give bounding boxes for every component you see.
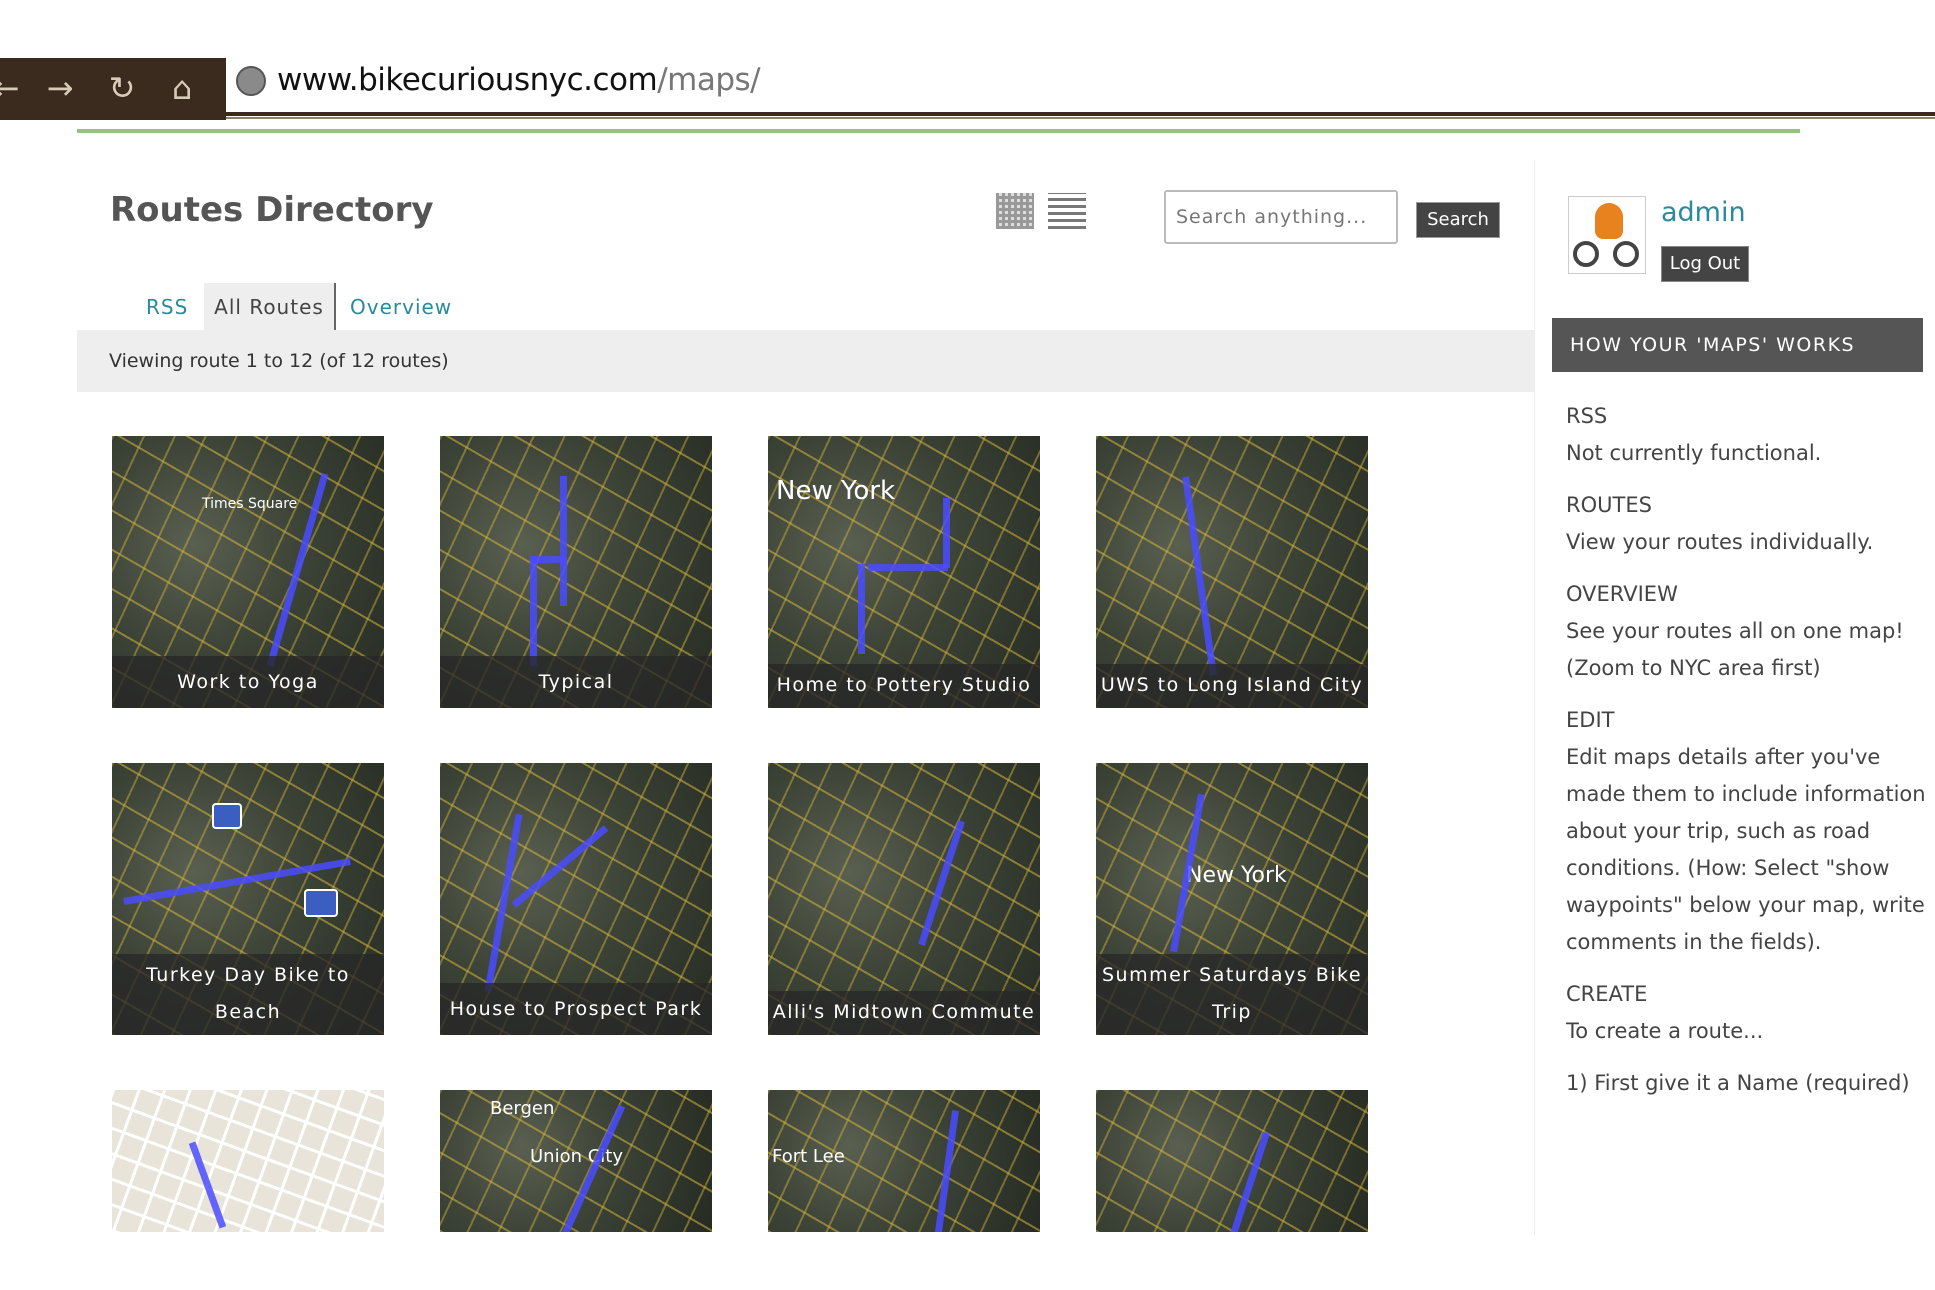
map-place-label: Union City <box>530 1146 624 1167</box>
forward-icon[interactable]: → <box>40 68 80 108</box>
grid-view-icon[interactable] <box>996 193 1034 229</box>
route-tile[interactable]: Fort Lee <box>768 1090 1040 1232</box>
map-place-label: New York <box>1186 863 1287 888</box>
route-title: House to Prospect Park <box>440 983 712 1035</box>
help-section-create: CREATE To create a route... <box>1566 976 1926 1050</box>
toolbar-divider-light <box>226 117 1935 119</box>
url-text[interactable]: www.bikecuriousnyc.com/maps/ <box>277 62 761 98</box>
route-tile[interactable]: New York Summer Saturdays Bike Trip <box>1096 763 1368 1035</box>
route-tile[interactable]: Turkey Day Bike to Beach <box>112 763 384 1035</box>
help-panel: RSS Not currently functional. ROUTES Vie… <box>1566 398 1926 1117</box>
help-section-overview: OVERVIEW See your routes all on one map!… <box>1566 576 1926 687</box>
browser-nav-buttons: ← → ↻ ⌂ <box>0 58 226 120</box>
search-input[interactable] <box>1164 190 1398 244</box>
bike-wheel-icon <box>1573 241 1599 267</box>
browser-toolbar: ← → ↻ ⌂ www.bikecuriousnyc.com/maps/ <box>0 0 1935 124</box>
help-section-step: 1) First give it a Name (required) <box>1566 1065 1926 1102</box>
route-tile[interactable]: Times Square Work to Yoga <box>112 436 384 708</box>
help-body: Not currently functional. <box>1566 441 1822 465</box>
results-bar: Viewing route 1 to 12 (of 12 routes) <box>77 330 1534 392</box>
route-line <box>868 564 948 571</box>
route-map-thumbnail <box>112 1090 384 1232</box>
toolbar-divider <box>226 112 1935 116</box>
sidebar-divider <box>1534 160 1535 1235</box>
tab-all-routes[interactable]: All Routes <box>204 283 336 331</box>
route-tile[interactable]: Typical <box>440 436 712 708</box>
route-tile[interactable]: UWS to Long Island City <box>1096 436 1368 708</box>
search-button[interactable]: Search <box>1416 202 1500 238</box>
route-tile[interactable] <box>112 1090 384 1232</box>
help-title: OVERVIEW <box>1566 582 1678 606</box>
help-title: RSS <box>1566 404 1608 428</box>
home-icon[interactable]: ⌂ <box>162 68 202 108</box>
help-body: See your routes all on one map! (Zoom to… <box>1566 619 1904 680</box>
map-place-label: Bergen <box>490 1098 555 1119</box>
route-tile[interactable]: New York Home to Pottery Studio <box>768 436 1040 708</box>
route-tile[interactable]: House to Prospect Park <box>440 763 712 1035</box>
reload-icon[interactable]: ↻ <box>102 68 142 108</box>
route-tile[interactable] <box>1096 1090 1368 1232</box>
route-line <box>560 476 567 606</box>
bike-wheel-icon <box>1613 241 1639 267</box>
help-title: EDIT <box>1566 708 1615 732</box>
help-title: CREATE <box>1566 982 1648 1006</box>
map-place-label: New York <box>776 476 896 506</box>
url-domain: www.bikecuriousnyc.com <box>277 62 658 98</box>
list-view-icon[interactable] <box>1048 193 1086 229</box>
help-body: View your routes individually. <box>1566 530 1874 554</box>
route-tile[interactable]: Bergen Union City <box>440 1090 712 1232</box>
help-section-header: HOW YOUR 'MAPS' WORKS <box>1552 318 1923 372</box>
map-place-label: Times Square <box>202 496 298 512</box>
route-title: Summer Saturdays Bike Trip <box>1096 954 1368 1035</box>
page-title: Routes Directory <box>110 190 434 230</box>
globe-icon <box>236 66 266 96</box>
help-body: Edit maps details after you've made them… <box>1566 745 1926 954</box>
route-tile[interactable]: Alli's Midtown Commute <box>768 763 1040 1035</box>
route-line <box>943 498 950 568</box>
highway-shield-icon <box>212 803 242 829</box>
help-body: 1) First give it a Name (required) <box>1566 1071 1910 1095</box>
url-path: /maps/ <box>657 62 761 98</box>
header-rule <box>77 129 1800 133</box>
back-icon[interactable]: ← <box>0 68 26 108</box>
route-map-thumbnail <box>1096 1090 1368 1232</box>
map-place-label: Fort Lee <box>772 1146 845 1167</box>
help-section-routes: ROUTES View your routes individually. <box>1566 487 1926 561</box>
route-title: Turkey Day Bike to Beach <box>112 954 384 1035</box>
route-title: Work to Yoga <box>112 656 384 708</box>
route-line <box>530 556 537 666</box>
help-section-rss: RSS Not currently functional. <box>1566 398 1926 472</box>
route-title: Home to Pottery Studio <box>768 664 1040 708</box>
logout-button[interactable]: Log Out <box>1661 246 1749 282</box>
username-link[interactable]: admin <box>1661 197 1746 228</box>
help-section-edit: EDIT Edit maps details after you've made… <box>1566 702 1926 961</box>
results-count: Viewing route 1 to 12 (of 12 routes) <box>109 350 449 372</box>
route-title: UWS to Long Island City <box>1096 664 1368 708</box>
avatar[interactable] <box>1568 196 1646 274</box>
cyclist-icon <box>1595 203 1623 239</box>
route-title: Typical <box>440 656 712 708</box>
help-body: To create a route... <box>1566 1019 1764 1043</box>
help-title: ROUTES <box>1566 493 1652 517</box>
route-title: Alli's Midtown Commute <box>768 991 1040 1035</box>
tab-rss[interactable]: RSS <box>146 283 188 331</box>
highway-shield-icon <box>304 889 338 917</box>
tab-overview-map[interactable]: Overview Map <box>350 283 452 367</box>
route-line <box>858 564 865 654</box>
